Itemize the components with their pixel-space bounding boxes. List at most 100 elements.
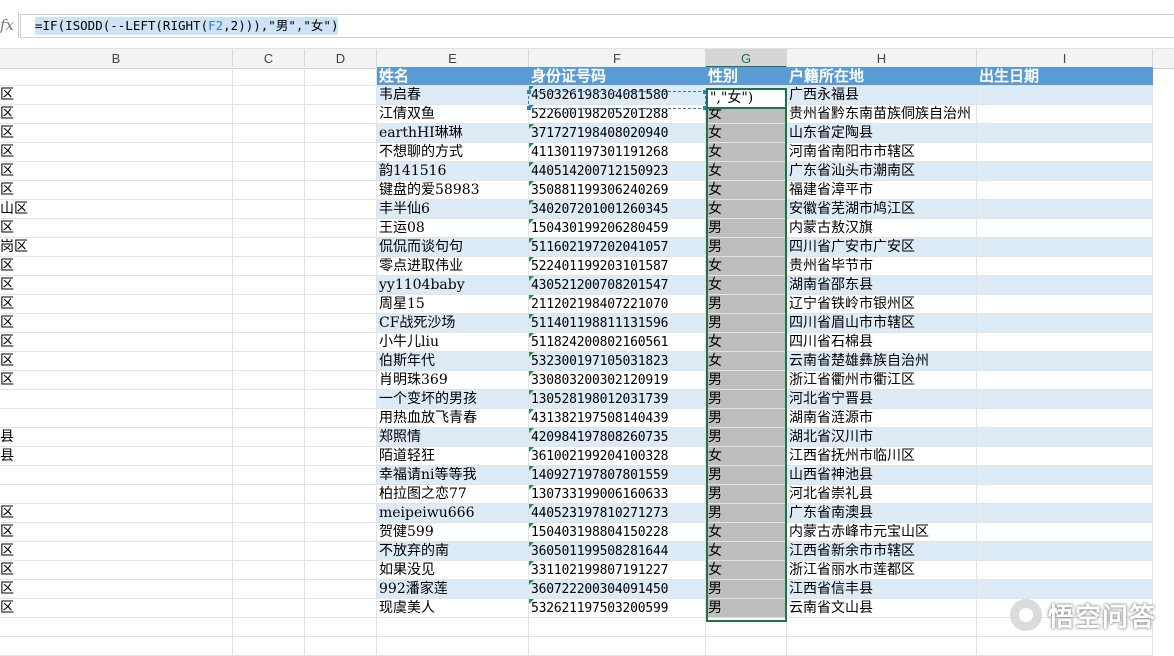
cell-c-empty[interactable] — [233, 599, 305, 618]
cell-name[interactable]: 韵141516 — [377, 162, 529, 181]
cell-d-empty[interactable] — [305, 504, 377, 523]
cell-c-empty[interactable] — [233, 390, 305, 409]
cell-place[interactable]: 内蒙古赤峰市元宝山区 — [787, 523, 977, 542]
empty-cell[interactable] — [0, 637, 233, 656]
cell-place[interactable]: 安徽省芜湖市鸠江区 — [787, 200, 977, 219]
empty-cell[interactable] — [787, 618, 977, 637]
cell-d-empty[interactable] — [305, 409, 377, 428]
cell-id-number[interactable]: 360722200304091450 — [529, 580, 706, 599]
cell-birth-date[interactable] — [977, 504, 1153, 523]
cell-birth-date[interactable] — [977, 409, 1153, 428]
cell-c-empty[interactable] — [233, 314, 305, 333]
cell-d-empty[interactable] — [305, 523, 377, 542]
cell-place[interactable]: 贵州省黔东南苗族侗族自治州 — [787, 105, 977, 124]
empty-cell[interactable] — [377, 618, 529, 637]
cell-sex[interactable]: 男 — [706, 238, 787, 257]
cell-b-fragment[interactable]: 区 — [0, 523, 233, 542]
cell-birth-date[interactable] — [977, 105, 1153, 124]
cell-birth-date[interactable] — [977, 352, 1153, 371]
cell-birth-date[interactable] — [977, 295, 1153, 314]
cell-id-number[interactable]: 340207201001260345 — [529, 200, 706, 219]
cell-d-empty[interactable] — [305, 238, 377, 257]
cell-birth-date[interactable] — [977, 523, 1153, 542]
cell-place[interactable]: 江西省信丰县 — [787, 580, 977, 599]
cell-b-fragment[interactable]: 区 — [0, 504, 233, 523]
cell-id-number[interactable]: 331102199807191227 — [529, 561, 706, 580]
header-sex[interactable]: 性别 — [706, 67, 787, 86]
cell-b-fragment[interactable] — [0, 485, 233, 504]
cell-birth-date[interactable] — [977, 542, 1153, 561]
cell-b-fragment[interactable]: 区 — [0, 219, 233, 238]
cell-name[interactable]: 王运08 — [377, 219, 529, 238]
cell-id-number[interactable]: 371727198408020940 — [529, 124, 706, 143]
cell-sex[interactable]: 女 — [706, 124, 787, 143]
cell-place[interactable]: 四川省眉山市市辖区 — [787, 314, 977, 333]
cell-c-empty[interactable] — [233, 143, 305, 162]
cell-name[interactable]: meipeiwu666 — [377, 504, 529, 523]
cell-d-empty[interactable] — [305, 86, 377, 105]
cell-sex[interactable]: 女 — [706, 257, 787, 276]
cell-name[interactable]: yy1104baby — [377, 276, 529, 295]
cell-place[interactable]: 福建省漳平市 — [787, 181, 977, 200]
cell-b-fragment[interactable]: 区 — [0, 599, 233, 618]
header-birth-date[interactable]: 出生日期 — [977, 67, 1153, 86]
empty-cell[interactable] — [706, 618, 787, 637]
cell-id-number[interactable]: 140927197807801559 — [529, 466, 706, 485]
cell-birth-date[interactable] — [977, 333, 1153, 352]
cell-name[interactable]: 侃侃而谈句句 — [377, 238, 529, 257]
cell-c-empty[interactable] — [233, 561, 305, 580]
empty-cell[interactable] — [0, 618, 233, 637]
cell-c-empty[interactable] — [233, 485, 305, 504]
header-name[interactable]: 姓名 — [377, 67, 529, 86]
cell-c-empty[interactable] — [233, 124, 305, 143]
cell-sex[interactable]: 女 — [706, 542, 787, 561]
cell-c-empty[interactable] — [233, 542, 305, 561]
cell-place[interactable]: 湖南省邵东县 — [787, 276, 977, 295]
cell-b-fragment[interactable]: 山区 — [0, 200, 233, 219]
cell-c-empty[interactable] — [233, 162, 305, 181]
cell-place[interactable]: 云南省文山县 — [787, 599, 977, 618]
cell-c-empty[interactable] — [233, 523, 305, 542]
column-header-i[interactable]: I — [977, 49, 1153, 68]
cell-id-number[interactable]: 511602197202041057 — [529, 238, 706, 257]
column-header-h[interactable]: H — [787, 49, 977, 68]
cell-sex[interactable]: 男 — [706, 390, 787, 409]
cell-d-empty[interactable] — [305, 143, 377, 162]
cell-sex[interactable]: 女 — [706, 143, 787, 162]
cell-sex[interactable]: 男 — [706, 314, 787, 333]
cell-id-number[interactable]: 361002199204100328 — [529, 447, 706, 466]
cell-b-fragment[interactable]: 区 — [0, 295, 233, 314]
cell-name[interactable]: 伯斯年代 — [377, 352, 529, 371]
cell-name[interactable]: CF战死沙场 — [377, 314, 529, 333]
cell-birth-date[interactable] — [977, 390, 1153, 409]
column-header-g[interactable]: G — [706, 49, 787, 68]
cell-d-empty[interactable] — [305, 124, 377, 143]
cell-sex[interactable]: 男 — [706, 485, 787, 504]
cell-d-empty[interactable] — [305, 333, 377, 352]
cell-b-fragment[interactable]: 区 — [0, 143, 233, 162]
cell-id-number[interactable]: 330803200302120919 — [529, 371, 706, 390]
cell-birth-date[interactable] — [977, 181, 1153, 200]
cell-id-number[interactable]: 440523197810271273 — [529, 504, 706, 523]
cell-place[interactable]: 浙江省衢州市衢江区 — [787, 371, 977, 390]
cell-b-fragment[interactable]: 区 — [0, 371, 233, 390]
cell-c-empty[interactable] — [233, 295, 305, 314]
cell-name[interactable]: 一个变坏的男孩 — [377, 390, 529, 409]
cell-place[interactable]: 四川省石棉县 — [787, 333, 977, 352]
cell-place[interactable]: 四川省广安市广安区 — [787, 238, 977, 257]
cell-c-empty[interactable] — [233, 181, 305, 200]
cell-sex[interactable]: 女 — [706, 276, 787, 295]
cell-place[interactable]: 内蒙古敖汉旗 — [787, 219, 977, 238]
cell-b-fragment[interactable]: 区 — [0, 181, 233, 200]
column-header-e[interactable]: E — [377, 49, 529, 68]
cell-b-fragment[interactable]: 区 — [0, 314, 233, 333]
cell-c-empty[interactable] — [233, 466, 305, 485]
cell-place[interactable]: 广西永福县 — [787, 86, 977, 105]
cell-d-empty[interactable] — [305, 447, 377, 466]
cell-birth-date[interactable] — [977, 238, 1153, 257]
cell-c-empty[interactable] — [233, 257, 305, 276]
column-header-f[interactable]: F — [529, 49, 706, 68]
cell-b-fragment[interactable] — [0, 409, 233, 428]
cell-sex[interactable]: 女 — [706, 162, 787, 181]
cell-name[interactable]: 用热血放飞青春 — [377, 409, 529, 428]
